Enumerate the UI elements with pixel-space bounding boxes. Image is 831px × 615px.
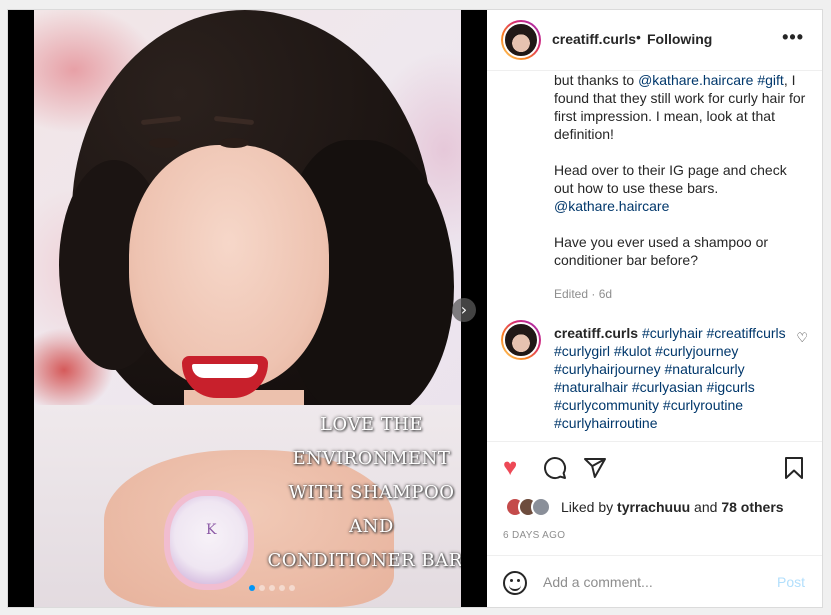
comments-section: but thanks to @kathare.haircare #gift, I… [487, 71, 822, 441]
comment-input[interactable] [541, 573, 755, 591]
carousel-dot [249, 585, 255, 591]
avatar-image [503, 22, 539, 58]
comment-username[interactable]: creatiff.curls [554, 325, 638, 341]
chevron-right-icon[interactable]: › [452, 298, 476, 322]
post-dialog: K LOVE THE ENVIRONMENT WITH SHAMPOO AND … [7, 9, 823, 608]
jar-logo: K [206, 522, 217, 538]
likes-text: and [690, 499, 722, 515]
separator-bullet: • [636, 29, 641, 45]
caption-text: but thanks to @kathare.haircare #gift, I… [554, 71, 809, 269]
eye-left [149, 138, 179, 148]
post-media: K LOVE THE ENVIRONMENT WITH SHAMPOO AND … [8, 10, 487, 607]
following-button[interactable]: Following [647, 31, 712, 47]
caption-text-span: Head over to their IG page and check out… [554, 162, 787, 196]
post-timestamp[interactable]: 6 DAYS AGO [503, 530, 565, 541]
overlay-line: LOVE THE ENVIRONMENT [292, 414, 451, 469]
face-shape [129, 145, 329, 390]
heart-icon[interactable]: ♥ [503, 456, 517, 480]
bookmark-icon[interactable] [782, 456, 806, 485]
post-comment-button[interactable]: Post [777, 574, 805, 590]
carousel-dot [279, 585, 285, 591]
carousel-dot [289, 585, 295, 591]
caption-paragraph: but thanks to @kathare.haircare #gift, I… [554, 71, 809, 143]
username-link[interactable]: creatiff.curls [552, 31, 636, 47]
overlay-line: CONDITIONER BARS [267, 550, 461, 571]
eye-right [219, 138, 249, 148]
teeth-shape [192, 364, 258, 378]
likes-summary: Liked by tyrrachuuu and 78 others [561, 499, 784, 515]
emoji-icon[interactable] [503, 571, 527, 595]
post-side-panel: creatiff.curls • Following ••• but thank… [487, 10, 822, 607]
post-actions: ♥ Liked by tyrrachuuu and 78 others 6 DA… [487, 441, 822, 607]
comment-icon[interactable] [543, 456, 567, 485]
liker-username-link[interactable]: tyrrachuuu [617, 499, 690, 515]
caption-paragraph: Have you ever used a shampoo or conditio… [554, 234, 769, 268]
more-icon[interactable]: ••• [782, 27, 804, 48]
share-icon[interactable] [583, 456, 607, 485]
avatar[interactable] [501, 20, 541, 60]
liker-avatars [505, 497, 551, 517]
product-jar [164, 490, 254, 590]
overlay-line: WITH SHAMPOO AND [288, 482, 455, 537]
avatar-image [503, 322, 539, 358]
photo-overlay-text: LOVE THE ENVIRONMENT WITH SHAMPOO AND CO… [264, 408, 461, 578]
edited-timestamp: Edited · 6d [554, 287, 613, 301]
mention-link[interactable]: @kathare.haircare [554, 198, 669, 214]
mention-link[interactable]: @kathare.haircare [638, 72, 753, 88]
comment-icon-glyph [544, 457, 567, 480]
carousel-dot [259, 585, 265, 591]
add-comment-row: Post [487, 555, 822, 607]
avatar[interactable] [501, 320, 541, 360]
share-icon-glyph [584, 458, 606, 478]
likes-text: Liked by [561, 499, 618, 515]
hashtag-link[interactable]: #gift [757, 72, 783, 88]
carousel-dot [269, 585, 275, 591]
bookmark-icon-glyph [785, 457, 803, 479]
post-photo: K LOVE THE ENVIRONMENT WITH SHAMPOO AND … [34, 10, 461, 607]
likes-others-link[interactable]: 78 others [721, 499, 783, 515]
caption-text-span: but thanks to [554, 72, 639, 88]
carousel-indicator [249, 585, 295, 591]
comment-like-heart-icon[interactable]: ♡ [796, 330, 808, 346]
post-header: creatiff.curls • Following ••• [487, 10, 822, 71]
comment-body: creatiff.curls #curlyhair #creatiffcurls… [554, 324, 794, 432]
caption-paragraph: Head over to their IG page and check out… [554, 161, 809, 215]
liker-avatar [531, 497, 551, 517]
